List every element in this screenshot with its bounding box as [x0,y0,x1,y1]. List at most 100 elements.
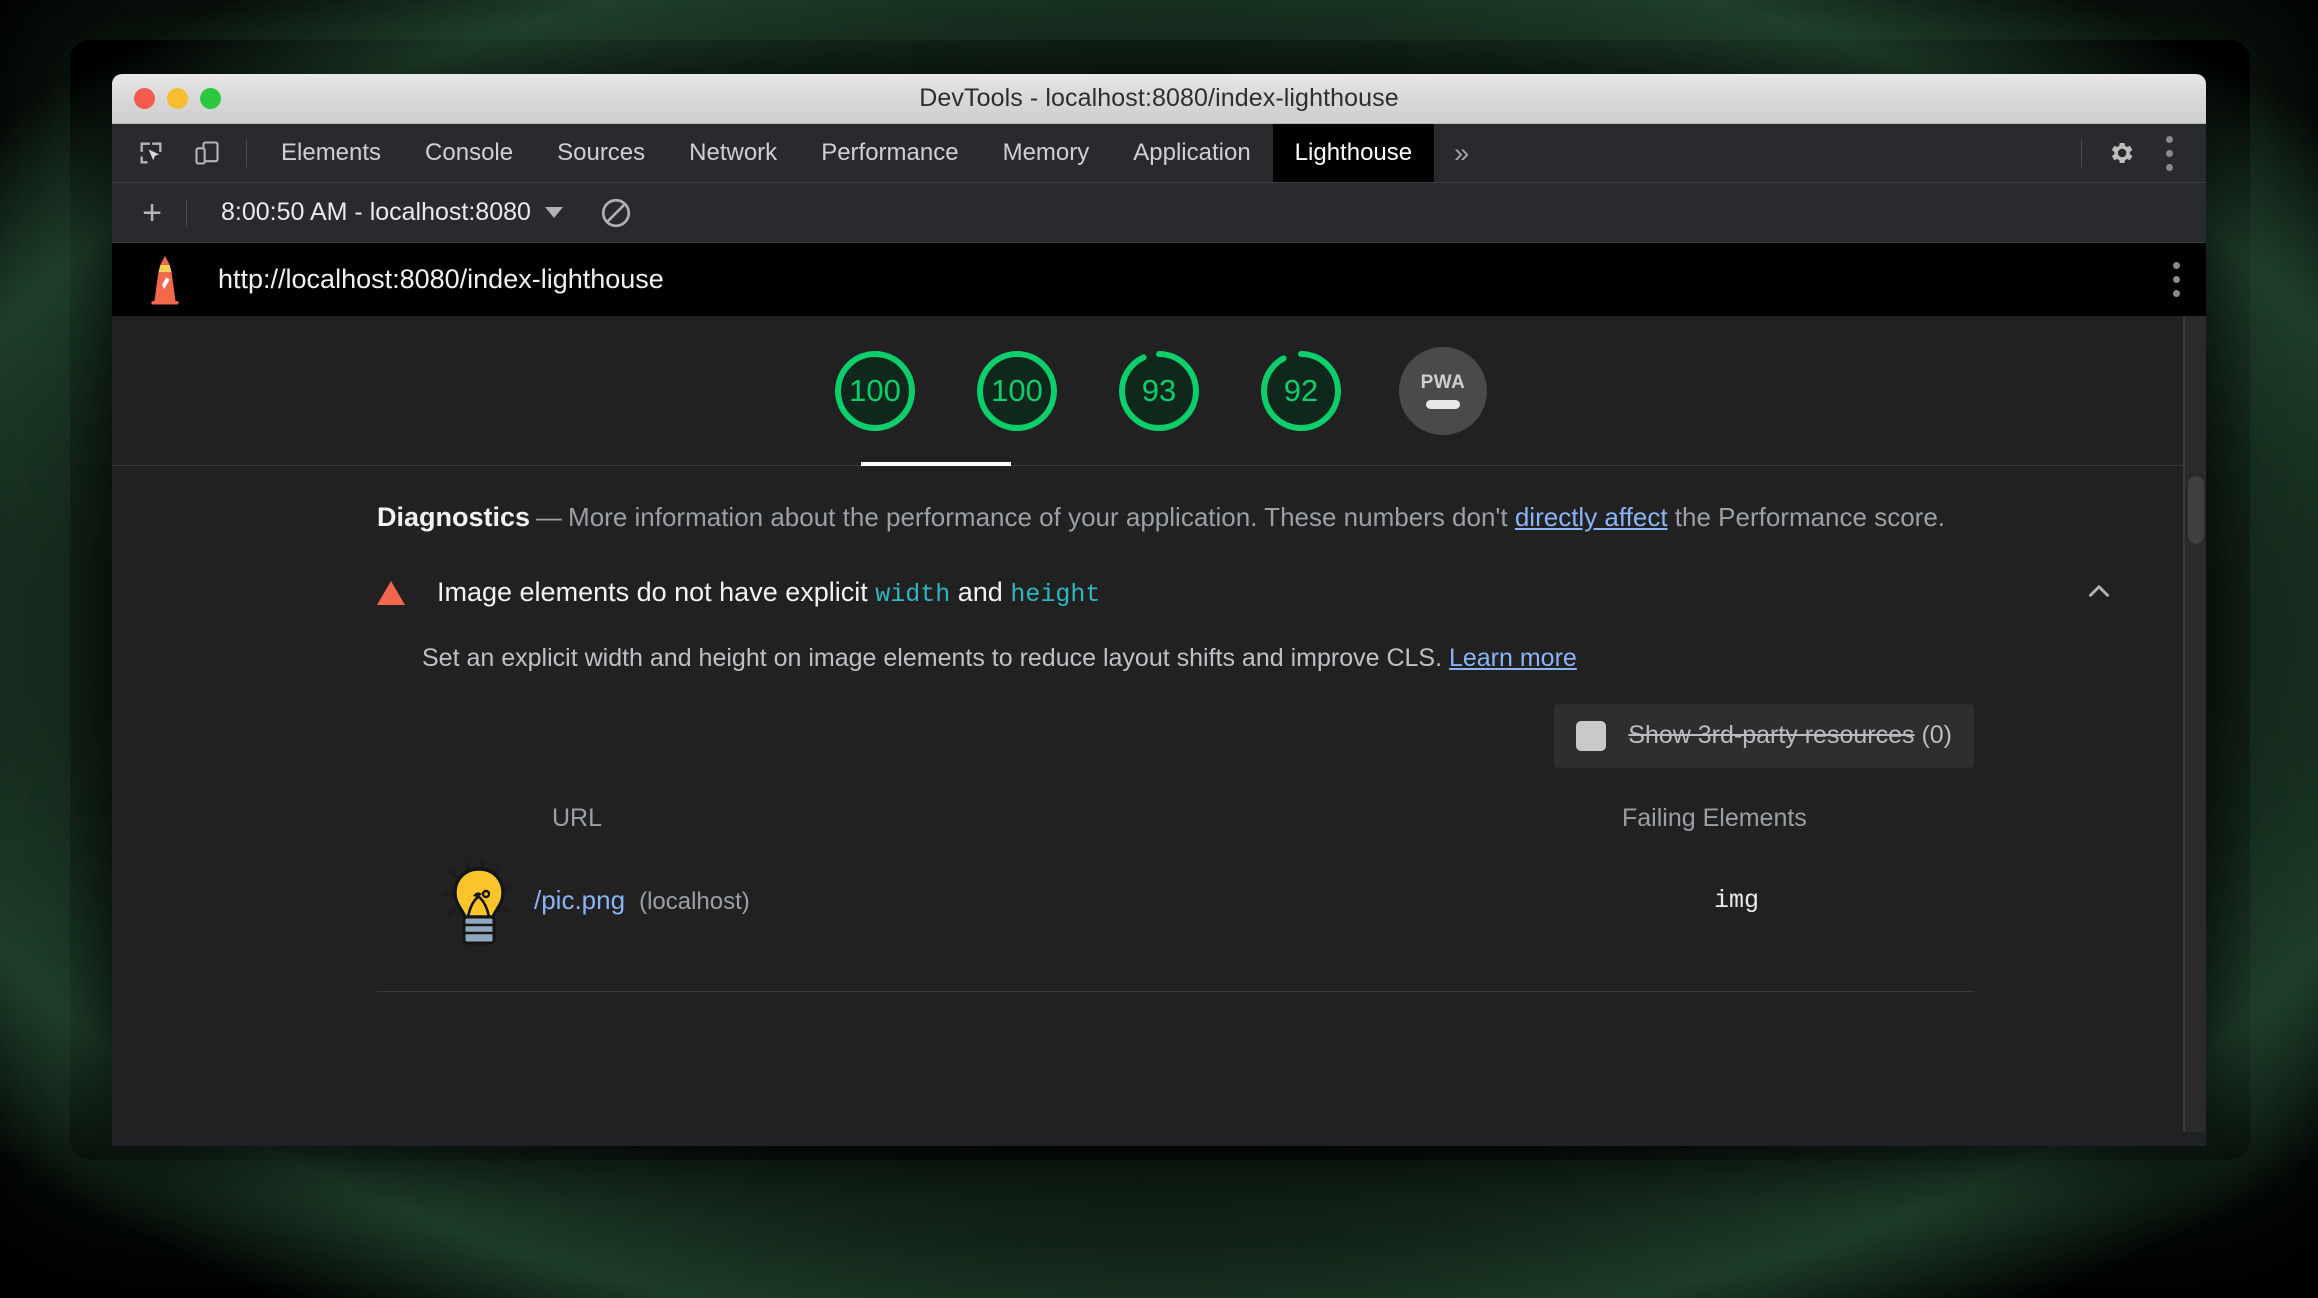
report-kebab-menu-icon[interactable] [2173,262,2180,297]
score-gauge-accessibility[interactable]: 100 [973,347,1061,435]
tab-label: Network [689,139,778,166]
chevron-up-icon[interactable] [2082,574,2116,613]
tab-sources[interactable]: Sources [535,124,667,182]
table-bottom-divider [377,990,1974,992]
close-button[interactable] [134,88,155,109]
table-row[interactable]: /pic.png (localhost) img [112,833,2206,947]
pwa-label: PWA [1420,372,1466,393]
third-party-filter[interactable]: Show 3rd-party resources (0) [1554,703,1974,768]
tab-network[interactable]: Network [667,124,799,182]
lighthouse-logo-icon [151,255,179,304]
directly-affect-link[interactable]: directly affect [1515,502,1668,532]
tab-label: Lighthouse [1294,139,1413,166]
gauge-score-value: 92 [1283,372,1319,408]
gear-glyph [2111,143,2133,163]
audit-title-row[interactable]: Image elements do not have explicit widt… [112,574,2206,613]
gauge-score-value: 93 [1141,372,1177,408]
audit-item-image-size: Image elements do not have explicit widt… [112,536,2206,992]
score-gauge-pwa[interactable]: PWA [1399,346,1487,435]
inspect-element-icon[interactable] [130,132,172,174]
tab-label: Sources [557,139,646,166]
kebab-dot [2173,262,2180,269]
score-gauge-best-practices[interactable]: 93 [1115,347,1203,435]
tab-label: Performance [821,139,959,166]
minimize-button[interactable] [167,88,188,109]
score-gauges-row: 100 100 93 92 PWA [112,316,2206,466]
report-run-value: 8:00:50 AM - localhost:8080 [221,198,531,226]
traffic-light-buttons [134,88,221,109]
diagnostics-text-before: More information about the performance o… [568,502,1515,532]
gear-icon[interactable] [2100,132,2142,174]
kebab-dot [2165,149,2173,157]
report-run-selector[interactable]: 8:00:50 AM - localhost:8080 [221,198,563,227]
kebab-dot [2165,135,2173,143]
diagnostics-header: Diagnostics — More information about the p… [112,466,2206,536]
score-gauge-performance[interactable]: 100 [831,347,919,435]
lighthouse-report-body: 100 100 93 92 PWA Diagnostics — More inf… [112,316,2206,1132]
device-toolbar-icon[interactable] [186,132,228,174]
audit-title-part2: and [950,577,1011,608]
tab-memory[interactable]: Memory [981,124,1112,182]
audit-results-table: URL Failing Elements /pic.png (localhost… [112,768,2206,992]
table-cell-failing-element: img [1714,886,1760,916]
actions-divider [2081,139,2082,167]
tab-label: Console [425,139,514,166]
third-party-filter-row: Show 3rd-party resources (0) [112,676,2206,768]
learn-more-link[interactable]: Learn more [1449,644,1577,672]
report-content: Diagnostics — More information about the p… [112,466,2206,992]
tab-elements[interactable]: Elements [259,124,403,182]
devtools-tabstrip: Elements Console Sources Network Perform… [112,124,2206,183]
tab-console[interactable]: Console [403,124,535,182]
maximize-button[interactable] [200,88,221,109]
tab-label: Elements [281,139,382,166]
devtools-tab-list: Elements Console Sources Network Perform… [259,124,1489,182]
new-report-button[interactable]: + [130,193,174,233]
report-vertical-scrollbar[interactable] [2184,316,2206,1132]
chevron-down-icon [544,207,563,218]
show-3rd-party-checkbox[interactable] [1576,720,1607,751]
kebab-dot [2173,276,2180,283]
resource-url[interactable]: /pic.png [534,885,625,916]
report-url-header: http://localhost:8080/index-lighthouse [112,243,2206,316]
table-header-row: URL Failing Elements [112,804,2206,833]
tab-label: Memory [1002,139,1090,166]
column-header-url: URL [552,803,603,832]
diagnostics-dash: — [536,502,563,532]
device-toolbar-glyph [195,141,219,165]
tab-label: Application [1133,139,1251,166]
clear-all-icon[interactable] [599,196,633,230]
report-url-text: http://localhost:8080/index-lighthouse [218,264,664,294]
audit-description-text: Set an explicit width and height on imag… [422,643,1449,672]
devtools-window: DevTools - localhost:8080/index-lighthou… [112,74,2206,1146]
selected-category-indicator [861,462,1011,466]
desktop-backdrop: DevTools - localhost:8080/index-lighthou… [0,0,2318,1298]
tab-performance[interactable]: Performance [799,124,980,182]
audit-code-width: width [875,580,951,610]
window-title: DevTools - localhost:8080/index-lighthou… [919,84,1399,112]
diagnostics-title: Diagnostics [377,502,531,532]
score-gauge-seo[interactable]: 92 [1257,347,1345,435]
pwa-dash-icon [1426,400,1460,409]
lh-toolbar-divider [186,198,187,227]
window-titlebar: DevTools - localhost:8080/index-lighthou… [112,74,2206,124]
column-header-failing-elements: Failing Elements [1622,803,1807,832]
more-tabs-button[interactable]: » [1434,124,1489,182]
kebab-dot [2173,290,2180,297]
filter-label-struck: Show 3rd-party resources [1628,721,1915,750]
kebab-dot [2165,163,2173,171]
tab-lighthouse[interactable]: Lighthouse [1272,124,1435,182]
audit-code-height: height [1010,580,1101,610]
inspect-element-glyph [140,142,162,164]
chevron-up-glyph [2089,584,2109,597]
gauge-score-value: 100 [991,372,1043,408]
clear-all-glyph [601,198,631,227]
table-cell-url[interactable]: /pic.png (localhost) [534,885,1714,916]
lightbulb-image-thumbnail [442,859,512,945]
gauge-score-value: 100 [849,372,901,408]
devtools-kebab-menu-icon[interactable] [2148,132,2190,174]
devtools-tool-buttons [112,124,234,182]
tab-application[interactable]: Application [1111,124,1272,182]
diagnostics-text-after: the Performance score. [1667,502,1946,532]
scrollbar-thumb[interactable] [2188,476,2204,544]
show-3rd-party-label: Show 3rd-party resources (0) [1628,721,1952,750]
